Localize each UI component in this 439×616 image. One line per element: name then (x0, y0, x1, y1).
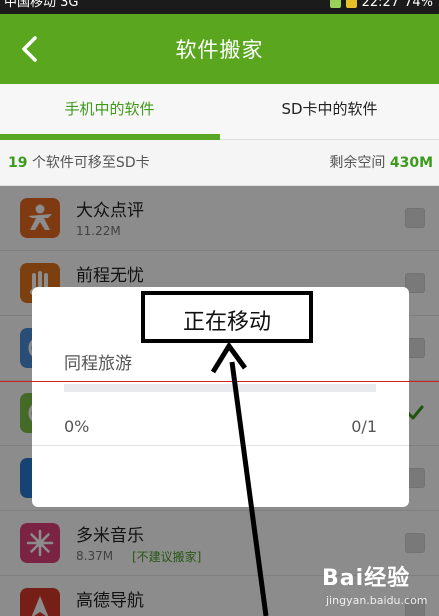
page-title: 软件搬家 (175, 38, 264, 62)
notification-icon-2 (345, 0, 357, 8)
watermark-site: jingyan.baidu.com (326, 594, 428, 607)
watermark-brand: Bai经验 (322, 566, 411, 591)
dialog-title: 正在移动 (182, 310, 271, 335)
notification-icon (329, 0, 341, 8)
progress-bar (64, 384, 376, 392)
tab-bar: 手机中的软件 SD卡中的软件 (0, 84, 439, 140)
count-text: 个软件可移至SD卡 (31, 155, 150, 171)
moving-app-name: 同程旅游 (64, 354, 132, 374)
status-time: 22:27 (361, 0, 400, 10)
free-space-label: 剩余空间 (329, 155, 386, 171)
carrier-label: 中国移动 3G (4, 0, 79, 10)
baidu-jingyan-watermark: Bai经验 jingyan.baidu.com (322, 560, 434, 614)
status-bar: 中国移动 3G 22:27 74% (0, 0, 439, 14)
summary-bar: 19 个软件可移至SD卡 剩余空间 430M (0, 140, 439, 186)
progress-percent: 0% (64, 417, 90, 436)
free-space-value: 430M (389, 155, 433, 171)
count-number: 19 (8, 155, 28, 171)
annotation-red-line (0, 381, 439, 382)
app-bar: 软件搬家 (0, 14, 439, 84)
dialog-divider (32, 445, 409, 446)
dialog-title-highlight: 正在移动 (141, 291, 313, 343)
tab-phone-apps[interactable]: 手机中的软件 (0, 84, 219, 140)
movable-count: 19 个软件可移至SD卡 (8, 140, 150, 186)
progress-count: 0/1 (351, 417, 377, 436)
free-space: 剩余空间 430M (329, 140, 433, 186)
moving-progress-dialog: 正在移动 同程旅游 0% 0/1 (32, 287, 409, 507)
tab-sd-apps[interactable]: SD卡中的软件 (220, 84, 439, 140)
battery-level: 74% (404, 0, 433, 10)
